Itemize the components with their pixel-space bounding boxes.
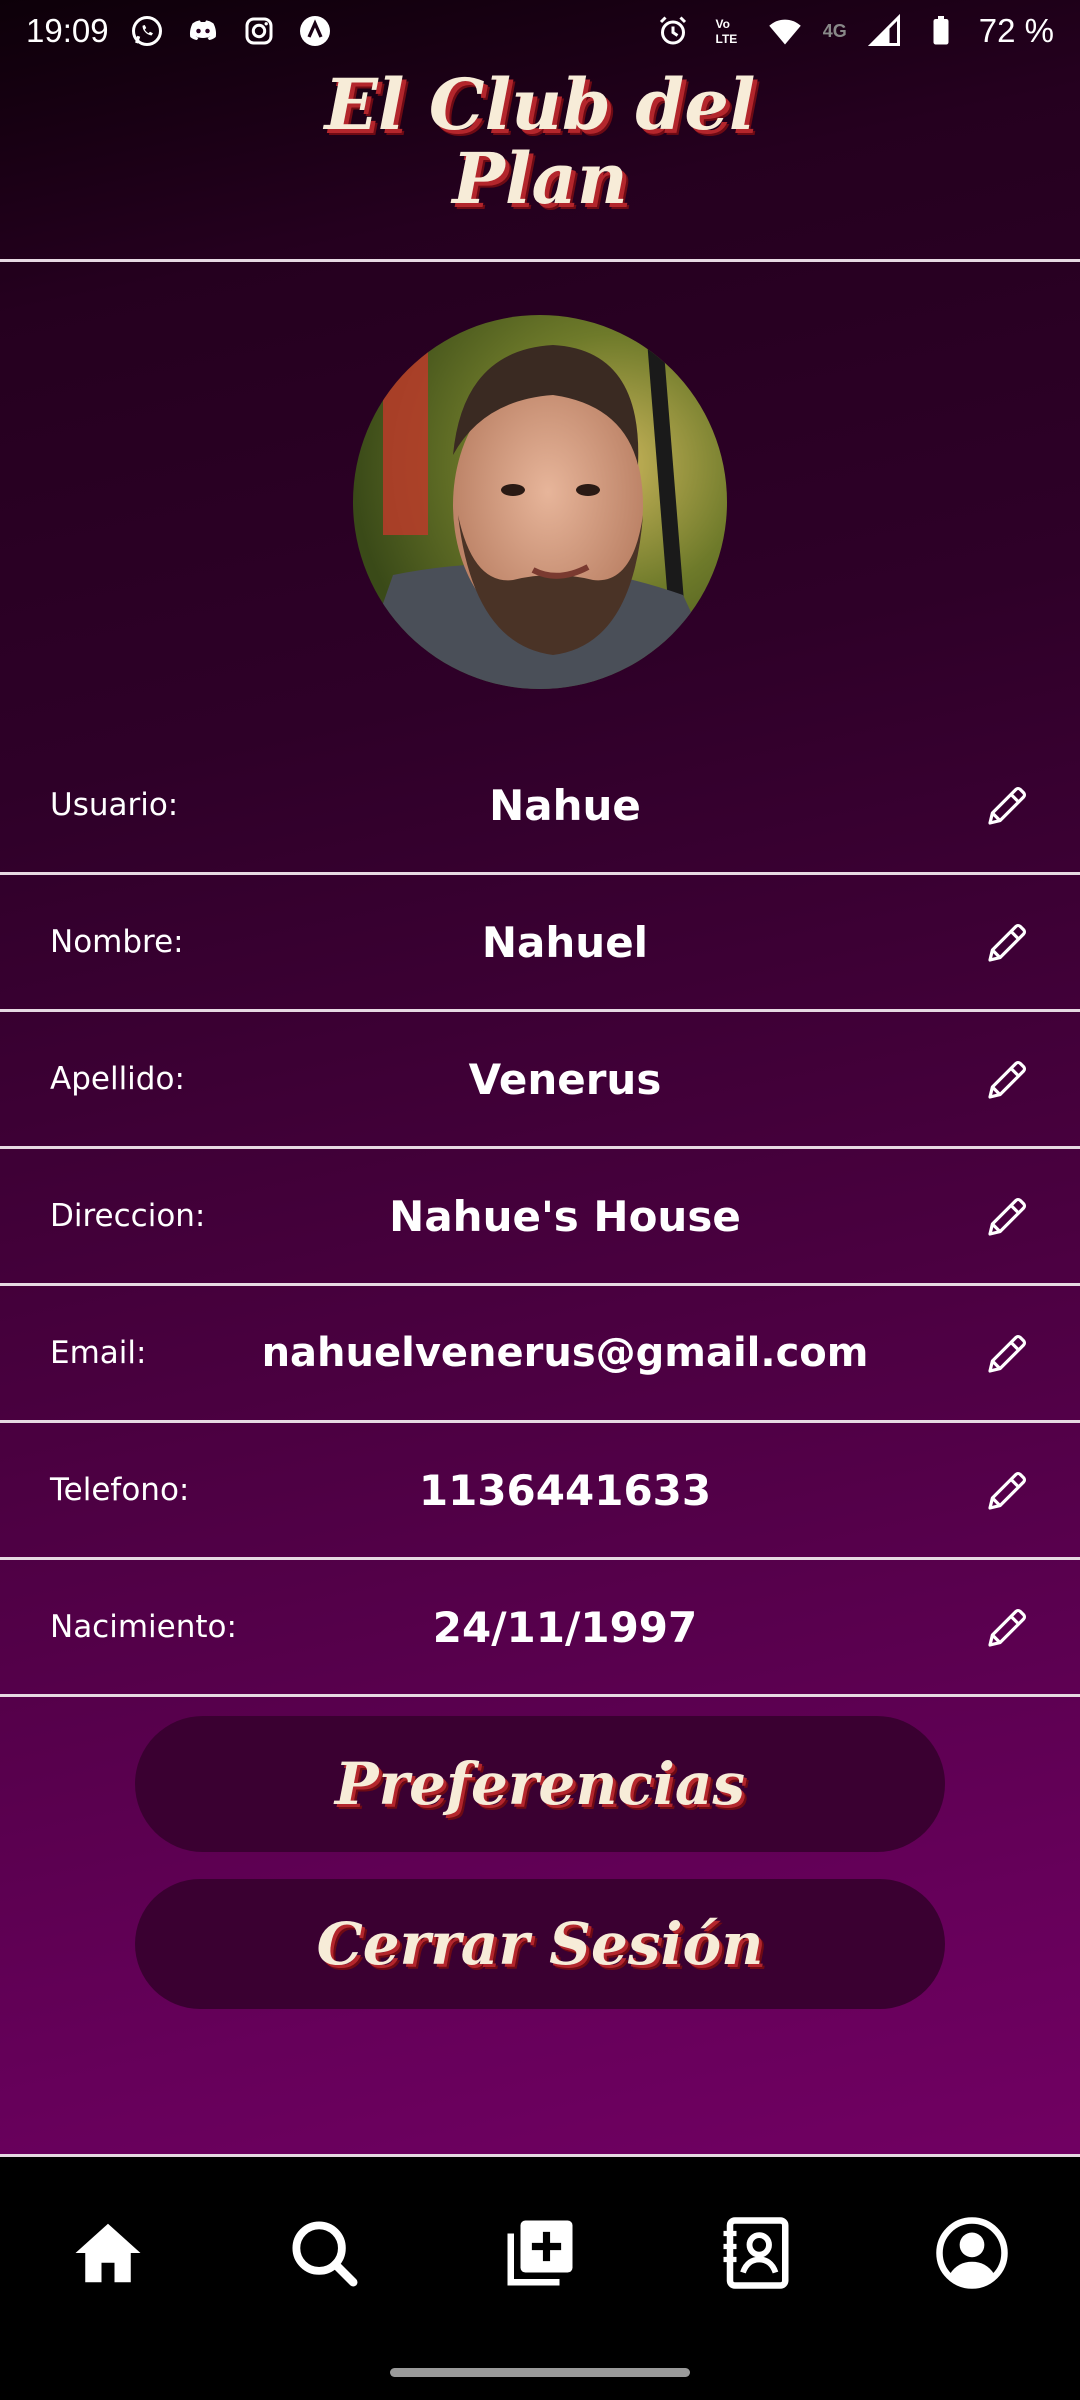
bottom-nav <box>0 2154 1080 2400</box>
volte-icon: Vo LTE <box>711 13 747 49</box>
battery-percent: 72 % <box>978 12 1054 49</box>
battery-icon <box>923 13 959 49</box>
pencil-icon <box>988 1334 1027 1373</box>
signal-icon <box>867 13 903 49</box>
nav-home[interactable] <box>68 2213 148 2293</box>
field-value: Nahue <box>489 780 641 830</box>
field-label: Nombre: <box>50 924 184 960</box>
nav-search[interactable] <box>284 2213 364 2293</box>
field-label: Apellido: <box>50 1061 185 1097</box>
logout-button[interactable]: Cerrar Sesión <box>135 1879 945 2009</box>
profile-avatar[interactable] <box>353 315 727 689</box>
contacts-icon <box>723 2217 789 2289</box>
status-bar: 19:09 Vo LTE 4G 72 % <box>0 0 1080 62</box>
field-row-email: Email: nahuelvenerus@gmail.com <box>0 1286 1080 1423</box>
field-value: Nahuel <box>481 917 649 967</box>
pencil-icon <box>988 1197 1027 1236</box>
status-left: 19:09 <box>26 12 333 50</box>
svg-text:Vo: Vo <box>715 17 729 31</box>
app-title-line2: Plan <box>452 137 628 220</box>
app-icon <box>297 13 333 49</box>
pencil-icon <box>988 923 1027 962</box>
edit-nacimiento-button[interactable] <box>980 1599 1036 1655</box>
preferences-button[interactable]: Preferencias <box>135 1716 945 1852</box>
add-post-icon <box>507 2220 573 2286</box>
instagram-icon <box>241 13 277 49</box>
profile-icon <box>936 2217 1008 2289</box>
edit-email-button[interactable] <box>980 1325 1036 1381</box>
field-row-direccion: Direccion: Nahue's House <box>0 1149 1080 1286</box>
field-value: 24/11/1997 <box>432 1602 698 1652</box>
field-label: Nacimiento: <box>50 1609 237 1645</box>
network-type: 4G <box>822 20 847 41</box>
edit-apellido-button[interactable] <box>980 1051 1036 1107</box>
field-label: Direccion: <box>50 1198 206 1234</box>
field-row-apellido: Apellido: Venerus <box>0 1012 1080 1149</box>
field-row-nombre: Nombre: Nahuel <box>0 875 1080 1012</box>
field-value: Venerus <box>468 1054 662 1104</box>
field-row-telefono: Telefono: 1136441633 <box>0 1423 1080 1560</box>
whatsapp-icon <box>129 13 165 49</box>
edit-usuario-button[interactable] <box>980 777 1036 833</box>
status-right: Vo LTE 4G 72 % <box>655 12 1054 50</box>
field-value: nahuelvenerus@gmail.com <box>261 1330 869 1376</box>
field-label: Usuario: <box>50 787 179 823</box>
alarm-icon <box>655 13 691 49</box>
pencil-icon <box>988 1471 1027 1510</box>
field-row-nacimiento: Nacimiento: 24/11/1997 <box>0 1560 1080 1697</box>
nav-contacts[interactable] <box>716 2213 796 2293</box>
app-title: El Club del Plan <box>0 68 1080 216</box>
pencil-icon <box>988 1060 1027 1099</box>
profile-fields: Usuario: Nahue Nombre: Nahuel Apellido: … <box>0 738 1080 1697</box>
wifi-icon <box>767 13 803 49</box>
edit-nombre-button[interactable] <box>980 914 1036 970</box>
field-value: 1136441633 <box>418 1465 712 1515</box>
field-row-usuario: Usuario: Nahue <box>0 738 1080 875</box>
nav-add-post[interactable] <box>500 2213 580 2293</box>
app-title-line1: El Club del <box>324 63 756 146</box>
field-label: Telefono: <box>50 1472 190 1508</box>
home-icon <box>75 2223 141 2283</box>
discord-icon <box>185 13 221 49</box>
pencil-icon <box>988 1608 1027 1647</box>
home-indicator[interactable] <box>390 2368 690 2377</box>
field-label: Email: <box>50 1335 147 1371</box>
field-value: Nahue's House <box>389 1191 741 1241</box>
nav-profile[interactable] <box>932 2213 1012 2293</box>
edit-telefono-button[interactable] <box>980 1462 1036 1518</box>
svg-text:LTE: LTE <box>715 32 737 46</box>
edit-direccion-button[interactable] <box>980 1188 1036 1244</box>
clock: 19:09 <box>26 12 109 49</box>
search-icon <box>292 2221 358 2287</box>
pencil-icon <box>988 786 1027 825</box>
